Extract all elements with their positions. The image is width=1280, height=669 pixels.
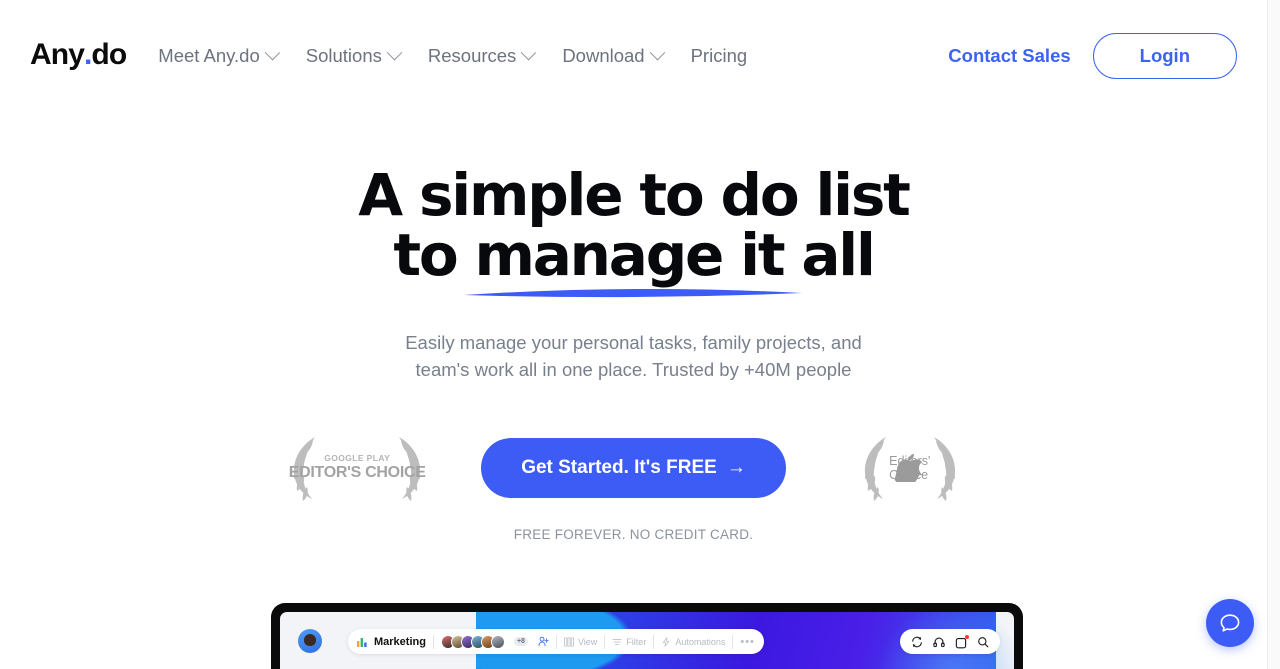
filter-icon	[612, 638, 622, 645]
hero-section: A simple to do list to manage it all Eas…	[0, 111, 1267, 542]
page-root: Any. do Meet Any.do Solutions Resources D…	[0, 0, 1280, 669]
divider	[432, 634, 434, 649]
avatar	[490, 634, 505, 649]
mockup-project-toolbar: Marketing +8 View Filter Automations •••	[348, 629, 764, 654]
divider	[604, 634, 606, 649]
nav-item-solutions[interactable]: Solutions	[292, 37, 414, 75]
mockup-more-menu[interactable]: •••	[740, 636, 755, 648]
mockup-right-toolbar	[900, 629, 1000, 654]
notifications-icon[interactable]	[955, 634, 969, 648]
logo-suffix: do	[91, 37, 127, 71]
sync-icon[interactable]	[911, 636, 923, 648]
get-started-button[interactable]: Get Started. It's FREE →	[481, 438, 786, 498]
contact-sales-link[interactable]: Contact Sales	[948, 45, 1070, 67]
cta-row: GOOGLE PLAY EDITOR'S CHOICE Get Started.…	[0, 431, 1267, 505]
search-icon[interactable]	[977, 636, 989, 648]
app-screenshot-mockup: Marketing +8 View Filter Automations •••	[271, 603, 1023, 669]
mockup-automations-label: Automations	[675, 636, 726, 647]
logo-prefix: Any	[30, 37, 85, 71]
nav-label: Pricing	[690, 44, 748, 66]
site-header: Any. do Meet Any.do Solutions Resources D…	[0, 0, 1267, 111]
header-actions: Contact Sales Login	[948, 32, 1237, 79]
headset-icon[interactable]	[933, 636, 945, 648]
headline-wrapper: A simple to do list to manage it all	[358, 161, 911, 298]
google-play-label: GOOGLE PLAY	[324, 453, 391, 464]
mockup-automations-button[interactable]: Automations	[661, 637, 725, 647]
mockup-view-button[interactable]: View	[564, 637, 597, 647]
avatar[interactable]	[298, 629, 322, 653]
mockup-member-avatars[interactable]	[440, 634, 505, 649]
divider	[732, 634, 734, 649]
avatar-overflow-count: +8	[513, 637, 528, 646]
bar-chart-icon	[357, 637, 367, 647]
page-title: A simple to do list to manage it all	[358, 161, 911, 289]
add-person-icon[interactable]	[538, 636, 549, 647]
mockup-project-name: Marketing	[374, 635, 426, 648]
nav-item-download[interactable]: Download	[548, 37, 676, 75]
get-started-label: Get Started. It's FREE	[521, 457, 717, 478]
chevron-down-icon	[521, 44, 537, 61]
nav-label: Meet Any.do	[158, 44, 260, 66]
chat-bubble-icon	[1220, 614, 1240, 632]
mockup-screen: Marketing +8 View Filter Automations •••	[280, 612, 1014, 669]
nav-item-pricing[interactable]: Pricing	[677, 37, 762, 75]
nav-label: Download	[562, 44, 645, 66]
logo[interactable]: Any. do	[30, 37, 127, 71]
apple-editors-choice-badge: Editors' Choice	[832, 431, 988, 505]
nav-item-meet-anydo[interactable]: Meet Any.do	[148, 37, 291, 75]
divider	[653, 634, 655, 649]
chevron-down-icon	[649, 44, 665, 61]
login-button[interactable]: Login	[1092, 32, 1237, 79]
primary-navigation: Meet Any.do Solutions Resources Download…	[148, 37, 761, 75]
divider	[555, 634, 557, 649]
arrow-right-icon: →	[726, 457, 746, 478]
notification-badge	[965, 634, 969, 639]
columns-icon	[564, 636, 574, 647]
apple-badge-content: Editors' Choice	[889, 453, 930, 483]
mockup-filter-button[interactable]: Filter	[612, 637, 646, 647]
lightning-icon	[663, 636, 670, 647]
scrollbar-track[interactable]	[1267, 0, 1280, 669]
cta-subtext: FREE FOREVER. NO CREDIT CARD.	[513, 527, 754, 542]
editors-choice-label: EDITOR'S CHOICE	[288, 463, 426, 481]
mockup-view-label: View	[577, 636, 598, 647]
nav-label: Solutions	[305, 44, 382, 66]
mockup-filter-label: Filter	[626, 636, 647, 647]
chevron-down-icon	[264, 44, 281, 61]
chevron-down-icon	[386, 44, 403, 61]
google-play-badge-text: GOOGLE PLAY EDITOR'S CHOICE	[289, 454, 426, 481]
apple-logo-icon	[894, 453, 923, 483]
nav-item-resources[interactable]: Resources	[414, 37, 548, 75]
nav-label: Resources	[427, 44, 517, 66]
logo-dot: .	[83, 37, 92, 71]
chat-widget-button[interactable]	[1206, 599, 1254, 647]
google-play-editors-choice-badge: GOOGLE PLAY EDITOR'S CHOICE	[279, 431, 435, 505]
hero-subtitle: Easily manage your personal tasks, famil…	[405, 332, 862, 380]
